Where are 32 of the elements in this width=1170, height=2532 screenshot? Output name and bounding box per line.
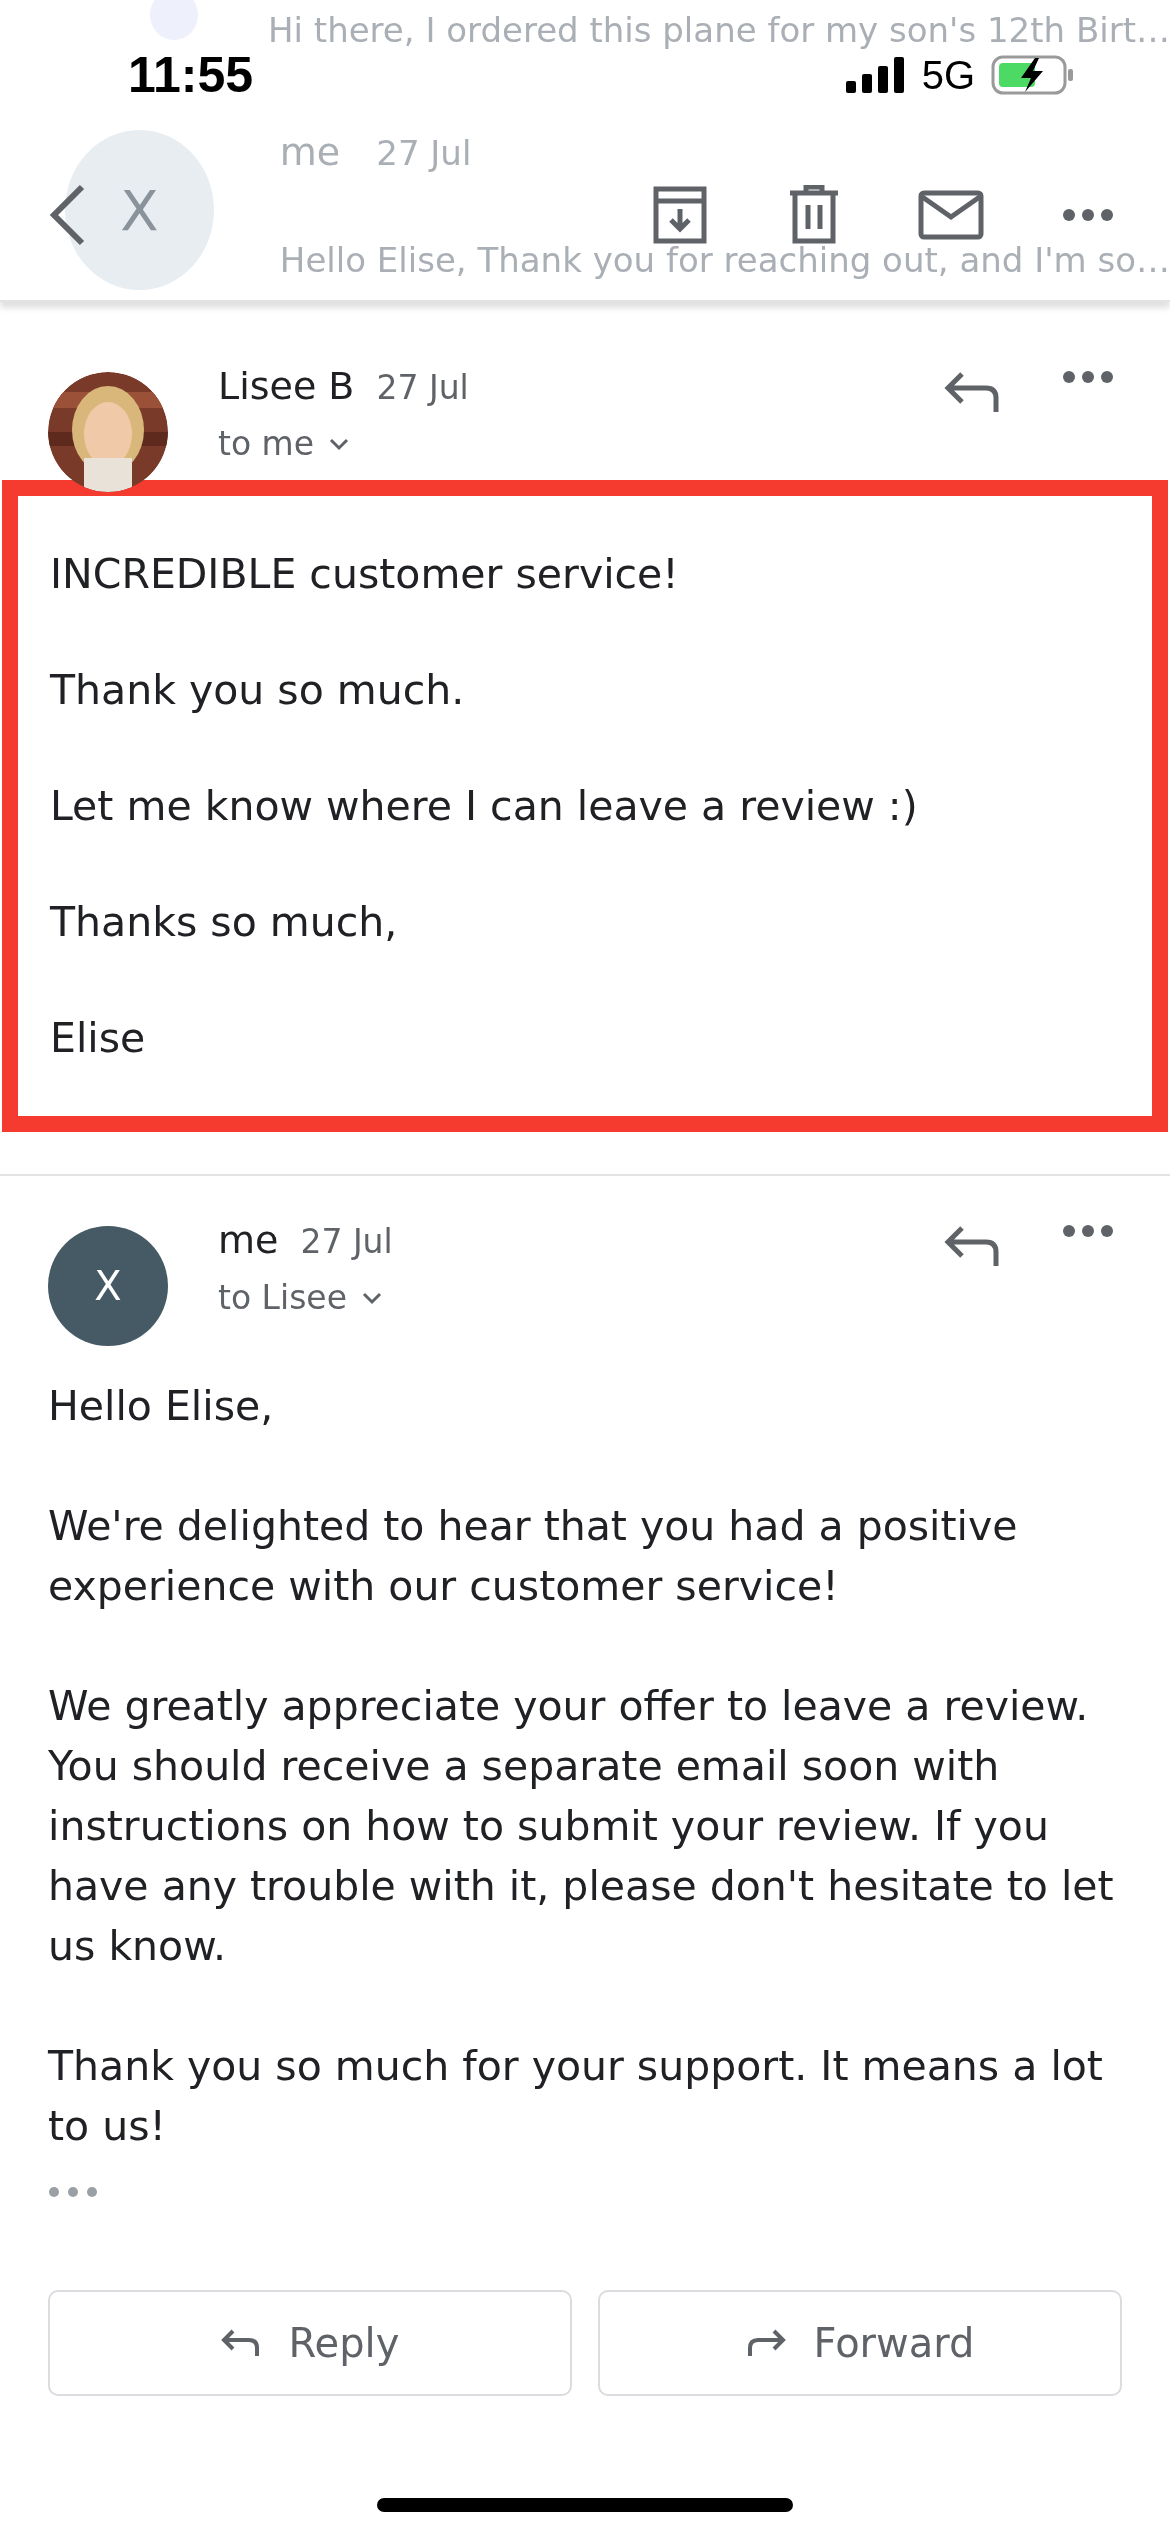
sender-name: Lisee B — [218, 364, 355, 408]
message-paragraph: We're delighted to hear that you had a positive experience with our customer service! — [48, 1501, 1019, 1612]
message-paragraph: Thank you so much. — [50, 665, 466, 716]
message-paragraph: INCREDIBLE customer service! — [50, 549, 680, 600]
chevron-down-icon — [361, 1290, 383, 1305]
avatar: X — [48, 1226, 168, 1346]
message-paragraph: We greatly appreciate your offer to leave a review. You should receive a separate email soon with instructions on how to submit your review. If you have any trouble with it, please don't hesitate to let us know. — [48, 1681, 1115, 1972]
reply-button[interactable]: Reply — [48, 2290, 572, 2396]
recipient-toggle[interactable]: to Lisee — [218, 1278, 383, 1317]
message-paragraph: Elise — [50, 1013, 147, 1064]
forward-button[interactable]: Forward — [598, 2290, 1122, 2396]
forward-icon — [745, 2328, 786, 2358]
signal-icon — [845, 57, 906, 93]
chevron-down-icon — [328, 436, 351, 451]
status-time: 11:55 — [128, 46, 254, 104]
message-paragraph: Hello Elise, — [48, 1381, 275, 1432]
message-paragraph: Thank you so much for your support. It means a lot to us! — [48, 2041, 1104, 2152]
network-type: 5G — [921, 52, 975, 98]
message-paragraph: Let me know where I can leave a review :) — [50, 781, 919, 832]
message-date: 27 Jul — [300, 1222, 393, 1261]
message-paragraph: Thanks so much, — [50, 897, 399, 948]
sender-name: me — [279, 130, 341, 174]
recipient-toggle[interactable]: to me — [218, 424, 351, 463]
message-date: 27 Jul — [376, 133, 472, 173]
more-dots-icon[interactable] — [48, 2186, 98, 2198]
battery-icon — [991, 55, 1075, 95]
sender-name: me — [218, 1218, 279, 1262]
reply-icon — [220, 2328, 261, 2358]
message-snippet: Hi there, I ordered this plane for my son's 12th Birt… — [268, 10, 1170, 50]
message-snippet: Hello Elise, Thank you for reaching out, and I'm so… — [279, 240, 1170, 280]
message-date: 27 Jul — [376, 368, 469, 407]
avatar: X — [65, 130, 214, 290]
